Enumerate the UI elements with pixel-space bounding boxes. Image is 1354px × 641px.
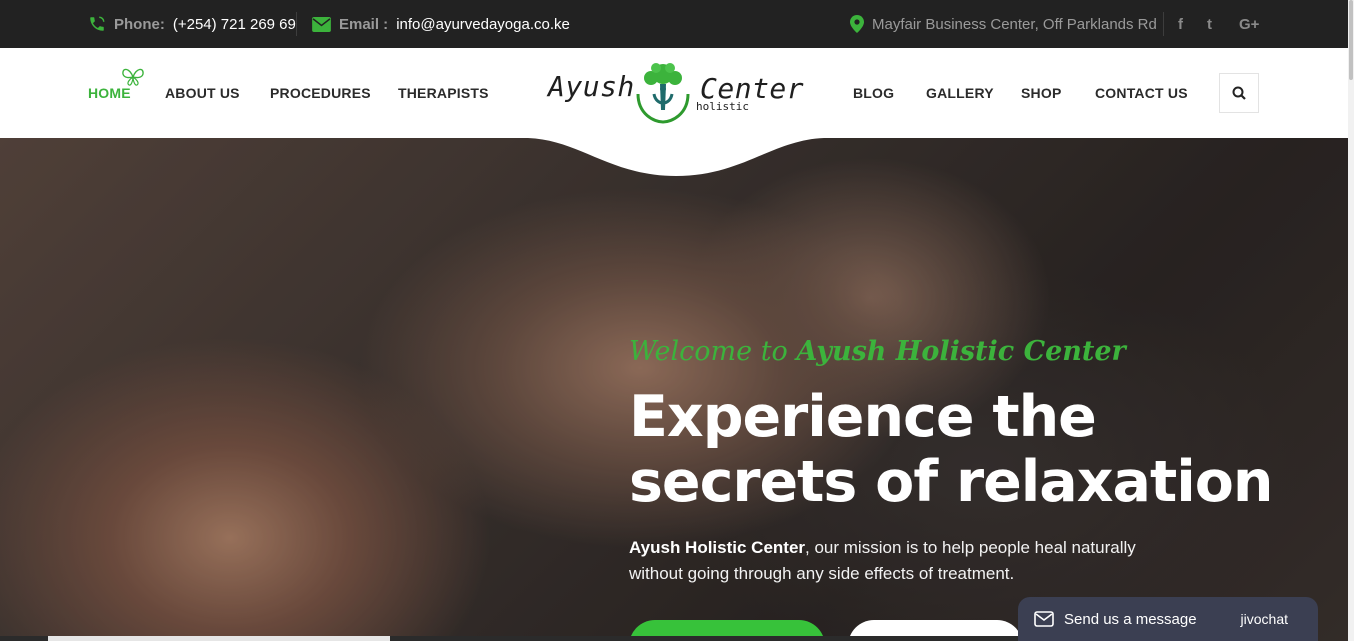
hero-description-bold: Ayush Holistic Center — [629, 538, 806, 557]
hero-title: Experience the secrets of relaxation — [629, 385, 1273, 515]
address: Mayfair Business Center, Off Parklands R… — [850, 0, 1157, 48]
email-contact[interactable]: Email : info@ayurvedayoga.co.ke — [312, 0, 570, 48]
address-text: Mayfair Business Center, Off Parklands R… — [872, 15, 1157, 33]
envelope-icon — [312, 16, 331, 32]
search-icon — [1232, 86, 1246, 100]
chat-label: Send us a message — [1064, 610, 1197, 628]
welcome-center-name: Ayush Holistic Center — [796, 336, 1126, 367]
google-plus-icon[interactable]: G+ — [1239, 0, 1259, 48]
header-wave-divider — [528, 138, 824, 176]
tree-emblem-icon — [636, 63, 690, 124]
nav-shop[interactable]: SHOP — [1021, 85, 1061, 101]
divider — [1163, 12, 1164, 36]
map-pin-icon — [850, 15, 864, 33]
chat-widget[interactable]: Send us a message jivochat — [1018, 597, 1318, 641]
phone-icon — [90, 16, 105, 31]
hero-welcome: Welcome to Ayush Holistic Center — [629, 336, 1126, 367]
email-label: Email : — [339, 15, 389, 33]
nav-contact-us[interactable]: CONTACT US — [1095, 85, 1188, 101]
hero-description: Ayush Holistic Center, our mission is to… — [629, 535, 1189, 587]
hero-banner: Welcome to Ayush Holistic Center Experie… — [0, 138, 1348, 641]
message-icon — [1034, 611, 1054, 627]
nav-about-us[interactable]: ABOUT US — [165, 85, 240, 101]
chat-brand: jivochat — [1240, 611, 1288, 627]
logo-subtitle: holistic — [696, 100, 749, 113]
hero-title-line-2: secrets of relaxation — [629, 449, 1273, 515]
phone-label: Phone: — [114, 15, 165, 33]
logo-word-ayush: Ayush — [548, 70, 635, 103]
nav-procedures[interactable]: PROCEDURES — [270, 85, 371, 101]
divider — [296, 12, 297, 36]
facebook-icon[interactable]: f — [1178, 0, 1183, 48]
top-bar: Phone: (+254) 721 269 69 Email : info@ay… — [0, 0, 1354, 48]
nav-gallery[interactable]: GALLERY — [926, 85, 994, 101]
welcome-prefix: Welcome to — [629, 336, 788, 367]
search-button[interactable] — [1219, 73, 1259, 113]
site-logo[interactable]: Ayush Center holistic — [548, 60, 804, 126]
nav-blog[interactable]: BLOG — [853, 85, 894, 101]
twitter-icon[interactable]: t — [1207, 0, 1212, 48]
scrollbar-thumb[interactable] — [1349, 0, 1353, 80]
email-address[interactable]: info@ayurvedayoga.co.ke — [396, 16, 570, 33]
nav-therapists[interactable]: THERAPISTS — [398, 85, 489, 101]
nav-home[interactable]: HOME — [88, 85, 131, 101]
phone-contact[interactable]: Phone: (+254) 721 269 69 — [88, 0, 296, 48]
bottom-strip-highlight — [48, 636, 390, 641]
phone-number[interactable]: (+254) 721 269 69 — [173, 16, 296, 33]
scrollbar-track[interactable] — [1348, 0, 1354, 641]
hero-title-line-1: Experience the — [629, 384, 1097, 450]
